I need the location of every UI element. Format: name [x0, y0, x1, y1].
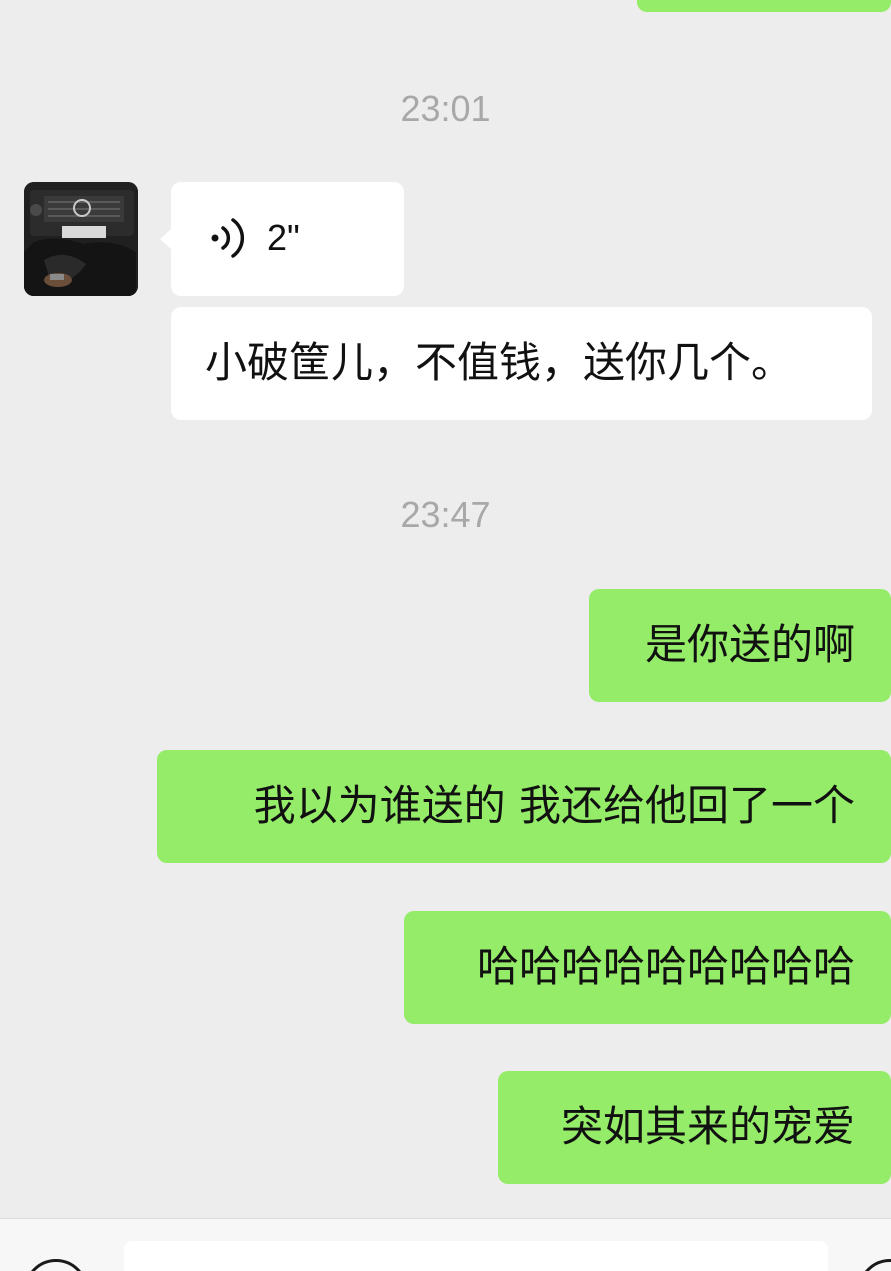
message-text: 小破筐儿，不值钱，送你几个。 [205, 338, 794, 387]
message-text: 是你送的啊 [644, 620, 855, 669]
voice-toggle-icon[interactable] [24, 1259, 88, 1271]
voice-duration: 2" [267, 217, 300, 258]
contact-avatar[interactable] [24, 182, 138, 296]
message-text: 哈哈哈哈哈哈哈哈哈 [476, 942, 855, 991]
voice-waves-icon [211, 218, 245, 258]
chat-input-bar [0, 1218, 891, 1271]
outgoing-text-bubble[interactable]: 哈哈哈哈哈哈哈哈哈 [404, 911, 891, 1024]
message-text: 我以为谁送的 我还给他回了一个 [253, 781, 855, 830]
timestamp: 23:01 [400, 88, 491, 129]
incoming-text-bubble[interactable]: 小破筐儿，不值钱，送你几个。 [171, 307, 872, 420]
message-text: 突如其来的宠爱 [560, 1102, 855, 1151]
outgoing-text-bubble[interactable]: 我以为谁送的 我还给他回了一个 [157, 750, 891, 863]
message-input[interactable] [124, 1241, 828, 1271]
voice-message-bubble[interactable]: 2" [171, 182, 404, 296]
avatar-image [24, 182, 138, 296]
outgoing-text-bubble[interactable]: 突如其来的宠爱 [498, 1071, 891, 1184]
emoji-icon[interactable] [858, 1259, 891, 1271]
timestamp: 23:47 [400, 494, 491, 535]
outgoing-text-bubble[interactable]: 是你送的啊 [589, 589, 891, 702]
partial-outgoing-bubble[interactable] [637, 0, 891, 12]
